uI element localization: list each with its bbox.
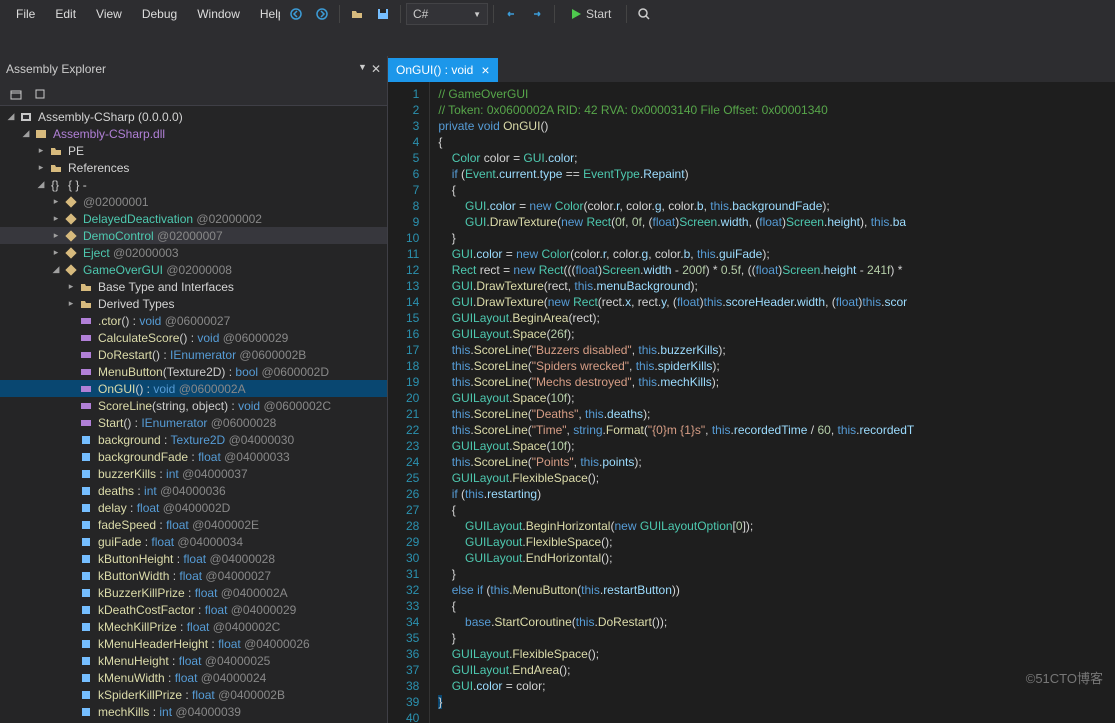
tree-row[interactable]: Start() : IEnumerator @06000028 [0, 414, 387, 431]
panel-title: Assembly Explorer [6, 62, 106, 76]
redo-icon[interactable] [525, 3, 549, 25]
code-editor[interactable]: 1234567891011121314151617181920212223242… [388, 82, 1115, 723]
tree-row[interactable]: fadeSpeed : float @0400002E [0, 516, 387, 533]
close-panel-icon[interactable]: ✕ [371, 62, 381, 76]
tree-row[interactable]: kButtonWidth : float @04000027 [0, 567, 387, 584]
toolbar: C#▼ Start [280, 0, 660, 28]
menu-view[interactable]: View [86, 3, 132, 25]
dropdown-icon[interactable]: ▼ [358, 62, 367, 76]
tree-row[interactable]: ◢Assembly-CSharp (0.0.0.0) [0, 108, 387, 125]
tree-row[interactable]: delay : float @0400002D [0, 499, 387, 516]
assembly-explorer-panel: Assembly Explorer ▼ ✕ ◢Assembly-CSharp (… [0, 56, 388, 723]
line-gutter: 1234567891011121314151617181920212223242… [388, 82, 430, 723]
tree-row[interactable]: ▸DemoControl @02000007 [0, 227, 387, 244]
tab-label: OnGUI() : void [396, 63, 473, 77]
tab-ongui[interactable]: OnGUI() : void × [388, 58, 498, 82]
tree-row[interactable]: ◢{}{ } - [0, 176, 387, 193]
refresh-icon[interactable] [28, 83, 52, 105]
undo-icon[interactable] [499, 3, 523, 25]
watermark: ©51CTO博客 [1026, 668, 1103, 687]
tree-row[interactable]: ◢Assembly-CSharp.dll [0, 125, 387, 142]
tree-row[interactable]: .ctor() : void @06000027 [0, 312, 387, 329]
start-button[interactable]: Start [560, 3, 621, 25]
tree-row[interactable]: kMenuHeaderHeight : float @04000026 [0, 635, 387, 652]
tree-row[interactable]: CalculateScore() : void @06000029 [0, 329, 387, 346]
menu-edit[interactable]: Edit [45, 3, 86, 25]
tree-row[interactable]: OnGUI() : void @0600002A [0, 380, 387, 397]
tree-row[interactable]: buzzerKills : int @04000037 [0, 465, 387, 482]
save-icon[interactable] [371, 3, 395, 25]
editor-panel: OnGUI() : void × 12345678910111213141516… [388, 56, 1115, 723]
tree-row[interactable]: guiFade : float @04000034 [0, 533, 387, 550]
tree-row[interactable]: ▸Eject @02000003 [0, 244, 387, 261]
language-combo[interactable]: C#▼ [406, 3, 488, 25]
menu-window[interactable]: Window [187, 3, 250, 25]
tree-view[interactable]: ◢Assembly-CSharp (0.0.0.0)◢Assembly-CSha… [0, 106, 387, 723]
tree-row[interactable]: ScoreLine(string, object) : void @060000… [0, 397, 387, 414]
open-icon[interactable] [345, 3, 369, 25]
tab-strip: OnGUI() : void × [388, 56, 1115, 82]
tree-row[interactable]: MenuButton(Texture2D) : bool @0600002D [0, 363, 387, 380]
tree-row[interactable]: ◢GameOverGUI @02000008 [0, 261, 387, 278]
tree-row[interactable]: mechKills : int @04000039 [0, 703, 387, 720]
tree-row[interactable]: DoRestart() : IEnumerator @0600002B [0, 346, 387, 363]
collapse-icon[interactable] [4, 83, 28, 105]
tree-row[interactable]: kBuzzerKillPrize : float @0400002A [0, 584, 387, 601]
tree-row[interactable]: ▸Base Type and Interfaces [0, 278, 387, 295]
tree-row[interactable]: ▸ @02000001 [0, 193, 387, 210]
search-icon[interactable] [632, 3, 656, 25]
tree-row[interactable]: kMenuWidth : float @04000024 [0, 669, 387, 686]
menu-file[interactable]: File [6, 3, 45, 25]
close-tab-icon[interactable]: × [481, 63, 489, 77]
tree-row[interactable]: kMenuHeight : float @04000025 [0, 652, 387, 669]
tree-row[interactable]: ▸PE [0, 142, 387, 159]
tree-row[interactable]: kDeathCostFactor : float @04000029 [0, 601, 387, 618]
tree-row[interactable]: backgroundFade : float @04000033 [0, 448, 387, 465]
tree-row[interactable]: ▸Derived Types [0, 295, 387, 312]
tree-row[interactable]: kMechKillPrize : float @0400002C [0, 618, 387, 635]
panel-toolbar [0, 82, 387, 106]
panel-header: Assembly Explorer ▼ ✕ [0, 56, 387, 82]
tree-row[interactable]: deaths : int @04000036 [0, 482, 387, 499]
nav-back-icon[interactable] [284, 3, 308, 25]
tree-row[interactable]: ▸References [0, 159, 387, 176]
tree-row[interactable]: kButtonHeight : float @04000028 [0, 550, 387, 567]
tree-row[interactable]: background : Texture2D @04000030 [0, 431, 387, 448]
menu-debug[interactable]: Debug [132, 3, 187, 25]
source-text: // GameOverGUI // Token: 0x0600002A RID:… [430, 82, 914, 723]
tree-row[interactable]: ▸DelayedDeactivation @02000002 [0, 210, 387, 227]
nav-forward-icon[interactable] [310, 3, 334, 25]
svg-text:{}: {} [51, 178, 59, 192]
